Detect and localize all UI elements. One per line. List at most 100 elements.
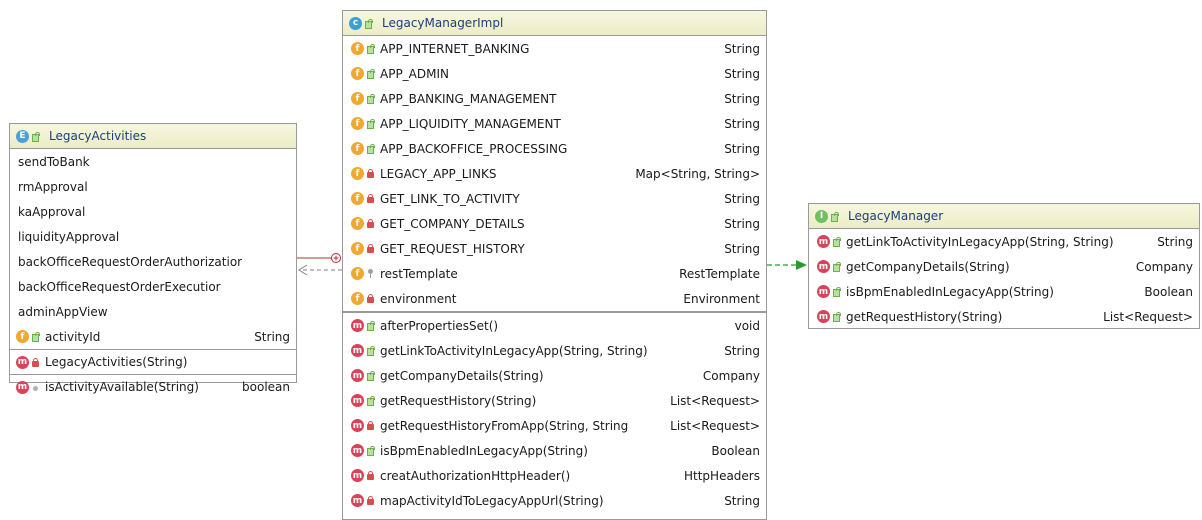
field-type: Environment <box>683 291 760 306</box>
method-type: boolean <box>242 380 290 394</box>
field-row[interactable]: f restTemplate RestTemplate <box>343 261 766 286</box>
method-row[interactable]: m isActivityAvailable(String) boolean <box>10 374 296 399</box>
public-icon <box>833 312 841 322</box>
field-row[interactable]: f APP_LIQUIDITY_MANAGEMENT String <box>343 111 766 136</box>
field-type: Map<String, String> <box>635 166 760 181</box>
method-name: getCompanyDetails(String) <box>380 368 544 383</box>
field-row[interactable]: f APP_BACKOFFICE_PROCESSING String <box>343 136 766 161</box>
field-type: String <box>724 116 760 131</box>
public-icon <box>367 446 375 456</box>
enum-constant[interactable]: sendToBank <box>10 149 296 174</box>
private-icon <box>367 219 374 228</box>
field-icon: f <box>351 192 364 205</box>
interface-icon: I <box>815 209 828 223</box>
method-row[interactable]: m isBpmEnabledInLegacyApp(String) Boolean <box>809 279 1199 304</box>
field-icon: f <box>351 267 364 280</box>
field-row[interactable]: f GET_COMPANY_DETAILS String <box>343 211 766 236</box>
method-name: getLinkToActivityInLegacyApp(String, Str… <box>846 234 1114 249</box>
method-row[interactable]: m getCompanyDetails(String) Company <box>343 363 766 388</box>
field-name: APP_ADMIN <box>380 66 449 81</box>
method-row[interactable]: m getLinkToActivityInLegacyApp(String, St… <box>343 338 766 363</box>
method-type: List<Request> <box>670 393 760 408</box>
field-row[interactable]: f APP_INTERNET_BANKING String <box>343 36 766 61</box>
method-row[interactable]: m creatAuthorizationHttpHeader() HttpHeade… <box>343 463 766 488</box>
enum-constant[interactable]: backOfficeRequestOrderAuthorizatior <box>10 249 296 274</box>
public-icon <box>367 94 375 104</box>
legacy-manager-header[interactable]: I LegacyManager <box>809 204 1199 229</box>
legacy-activities-header[interactable]: E LegacyActivities <box>10 124 296 149</box>
method-type: List<Request> <box>670 418 760 433</box>
method-icon: m <box>351 419 364 432</box>
method-icon: m <box>817 235 830 248</box>
field-name: APP_INTERNET_BANKING <box>380 41 530 56</box>
method-row[interactable]: m getRequestHistory(String) List<Request> <box>343 388 766 413</box>
field-row[interactable]: f environment Environment <box>343 286 766 311</box>
field-name: APP_BACKOFFICE_PROCESSING <box>380 141 568 156</box>
method-row[interactable]: m getLinkToActivityInLegacyApp(String, St… <box>809 229 1199 254</box>
method-name: LegacyActivities(String) <box>45 355 188 369</box>
field-name: activityId <box>45 329 101 344</box>
public-icon <box>833 237 841 247</box>
method-icon: m <box>351 494 364 507</box>
legacy-manager-impl-box[interactable]: c LegacyManagerImpl f APP_INTERNET_BANKIN… <box>342 10 767 520</box>
method-row[interactable]: m isBpmEnabledInLegacyApp(String) Boolean <box>343 438 766 463</box>
private-icon <box>367 294 374 303</box>
method-icon: m <box>817 260 830 273</box>
method-row[interactable]: m getCompanyDetails(String) Company <box>809 254 1199 279</box>
public-icon <box>367 144 375 154</box>
private-icon <box>367 421 374 430</box>
method-row[interactable]: m getRequestHistoryFromApp(String, String… <box>343 413 766 438</box>
method-name: creatAuthorizationHttpHeader() <box>380 468 571 483</box>
public-icon <box>367 119 375 129</box>
protected-icon <box>367 269 374 278</box>
method-type: String <box>724 343 760 358</box>
legacy-manager-impl-title: LegacyManagerImpl <box>382 16 504 30</box>
public-icon <box>367 396 375 406</box>
private-icon <box>367 471 374 480</box>
method-row[interactable]: m getRequestHistory(String) List<Request> <box>809 304 1199 329</box>
public-icon <box>367 346 375 356</box>
field-icon: f <box>351 217 364 230</box>
enum-constant[interactable]: backOfficeRequestOrderExecutior <box>10 274 296 299</box>
method-type: Company <box>702 368 760 383</box>
legacy-manager-box[interactable]: I LegacyManager m getLinkToActivityInLega… <box>808 203 1200 329</box>
field-row[interactable]: f LEGACY_APP_LINKS Map<String, String> <box>343 161 766 186</box>
method-type: List<Request> <box>1103 309 1193 324</box>
method-icon: m <box>817 310 830 323</box>
method-icon: m <box>351 469 364 482</box>
method-name: getRequestHistory(String) <box>846 309 1003 324</box>
method-row[interactable]: m afterPropertiesSet() void <box>343 313 766 338</box>
enum-constant[interactable]: adminAppView <box>10 299 296 324</box>
field-row[interactable]: f GET_LINK_TO_ACTIVITY String <box>343 186 766 211</box>
method-name: getCompanyDetails(String) <box>846 259 1010 274</box>
field-row[interactable]: f activityId String <box>10 324 296 349</box>
method-type: Company <box>1135 259 1193 274</box>
private-icon <box>367 244 374 253</box>
legacy-manager-impl-header[interactable]: c LegacyManagerImpl <box>343 11 766 36</box>
method-icon: m <box>16 355 29 369</box>
field-row[interactable]: f GET_REQUEST_HISTORY String <box>343 236 766 261</box>
static-field-icon: f <box>351 92 364 105</box>
method-name: isActivityAvailable(String) <box>45 380 199 394</box>
method-row[interactable]: m mapActivityIdToLegacyAppUrl(String) Stri… <box>343 488 766 513</box>
field-name: GET_REQUEST_HISTORY <box>380 241 525 256</box>
method-row[interactable]: m LegacyActivities(String) <box>10 349 296 374</box>
public-icon <box>367 44 375 54</box>
field-row[interactable]: f APP_BANKING_MANAGEMENT String <box>343 86 766 111</box>
enum-constant[interactable]: liquidityApproval <box>10 224 296 249</box>
method-type: HttpHeaders <box>684 468 760 483</box>
field-name: restTemplate <box>380 266 458 281</box>
enum-constant[interactable]: rmApproval <box>10 174 296 199</box>
public-icon <box>367 371 375 381</box>
method-type: String <box>1157 234 1193 249</box>
field-row[interactable]: f APP_ADMIN String <box>343 61 766 86</box>
field-name: LEGACY_APP_LINKS <box>380 166 497 181</box>
method-icon: m <box>16 380 29 394</box>
legacy-activities-box[interactable]: E LegacyActivities sendToBank rmApproval… <box>9 123 297 394</box>
field-type: String <box>724 91 760 106</box>
method-type: Boolean <box>1144 284 1193 299</box>
enum-constant[interactable]: kaApproval <box>10 199 296 224</box>
legacy-manager-title: LegacyManager <box>848 209 944 223</box>
method-name: getLinkToActivityInLegacyApp(String, Str… <box>380 343 648 358</box>
legacy-activities-title: LegacyActivities <box>49 129 147 143</box>
